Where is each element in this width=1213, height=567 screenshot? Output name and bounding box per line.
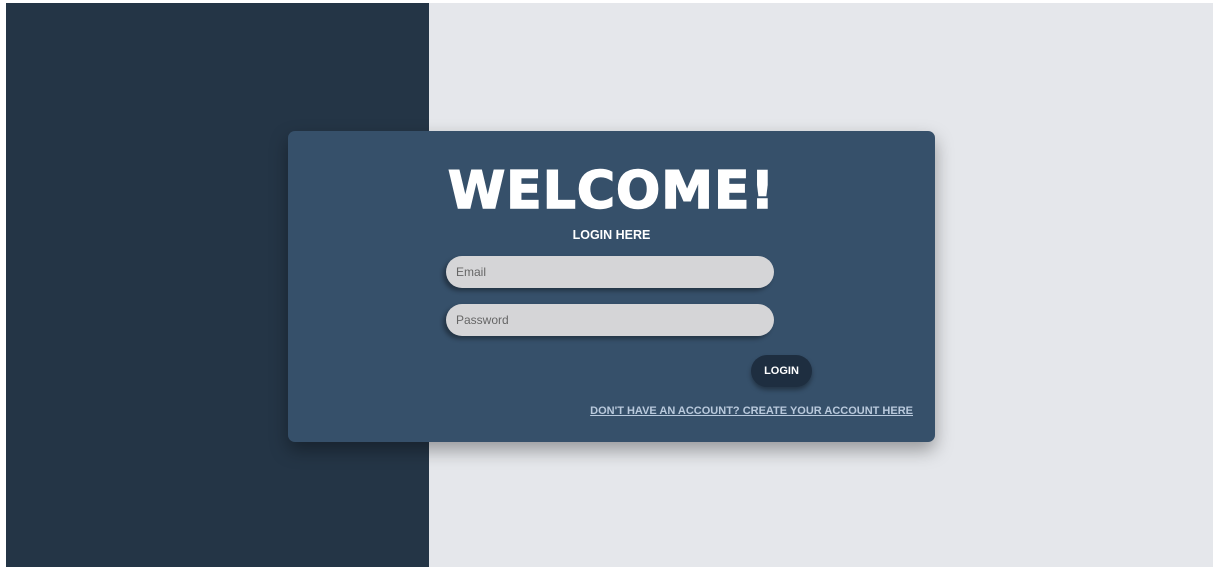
password-input[interactable] [446,304,774,336]
welcome-title: WELCOME! [447,160,776,222]
login-subtitle: LOGIN HERE [572,228,651,242]
create-account-link[interactable]: DON'T HAVE AN ACCOUNT? CREATE YOUR ACCOU… [572,404,913,418]
login-button[interactable]: LOGIN [751,355,812,387]
login-card: WELCOME! LOGIN HERE LOGIN DON'T HAVE AN … [288,131,935,442]
email-input[interactable] [446,256,774,288]
